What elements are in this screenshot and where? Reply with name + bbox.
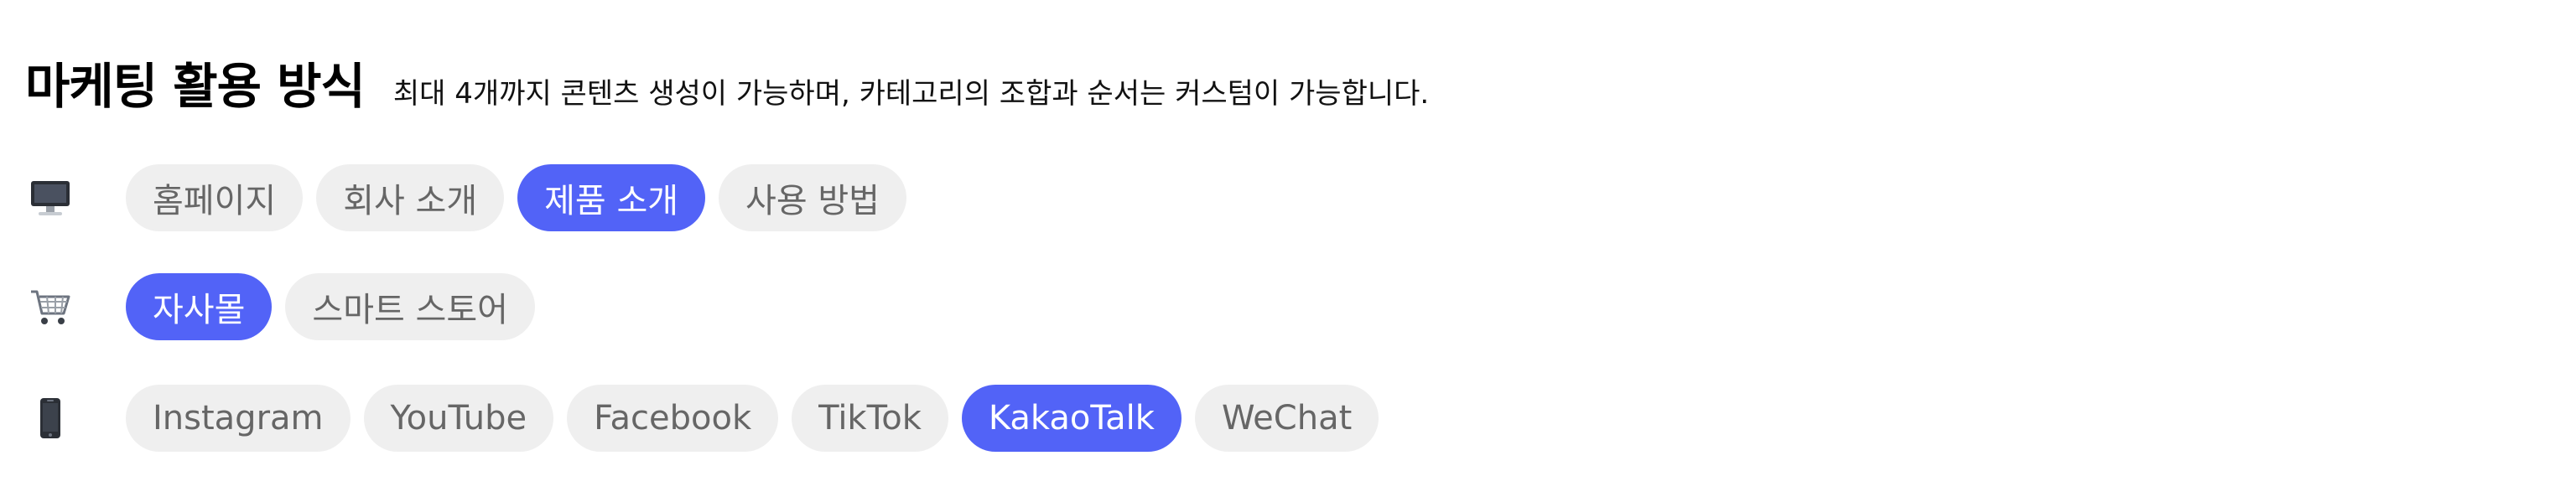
chip-group-commerce: 자사몰 스마트 스토어	[126, 273, 535, 340]
chip-facebook[interactable]: Facebook	[567, 385, 779, 452]
chip-own-mall[interactable]: 자사몰	[126, 273, 273, 340]
page-subtitle: 최대 4개까지 콘텐츠 생성이 가능하며, 카테고리의 조합과 순서는 커스텀이…	[392, 77, 1430, 111]
chip-how-to-use[interactable]: 사용 방법	[719, 164, 906, 231]
desktop-computer-icon	[29, 176, 72, 220]
chip-kakaotalk[interactable]: KakaoTalk	[961, 385, 1182, 452]
chip-tiktok[interactable]: TikTok	[792, 385, 948, 452]
chip-smart-store[interactable]: 스마트 스토어	[285, 273, 535, 340]
chip-youtube[interactable]: YouTube	[363, 385, 554, 452]
chip-group-social: Instagram YouTube Facebook TikTok KakaoT…	[126, 385, 1379, 452]
chip-product-intro[interactable]: 제품 소개	[517, 164, 706, 231]
chip-homepage[interactable]: 홈페이지	[126, 164, 304, 231]
page-title: 마케팅 활용 방식	[25, 58, 366, 115]
shopping-cart-icon	[29, 285, 72, 329]
mobile-phone-icon	[29, 396, 72, 440]
header: 마케팅 활용 방식 최대 4개까지 콘텐츠 생성이 가능하며, 카테고리의 조합…	[25, 47, 1429, 117]
chip-wechat[interactable]: WeChat	[1194, 385, 1379, 452]
chip-company-intro[interactable]: 회사 소개	[316, 164, 505, 231]
chip-instagram[interactable]: Instagram	[126, 385, 351, 452]
chip-group-web: 홈페이지 회사 소개 제품 소개 사용 방법	[126, 164, 906, 231]
